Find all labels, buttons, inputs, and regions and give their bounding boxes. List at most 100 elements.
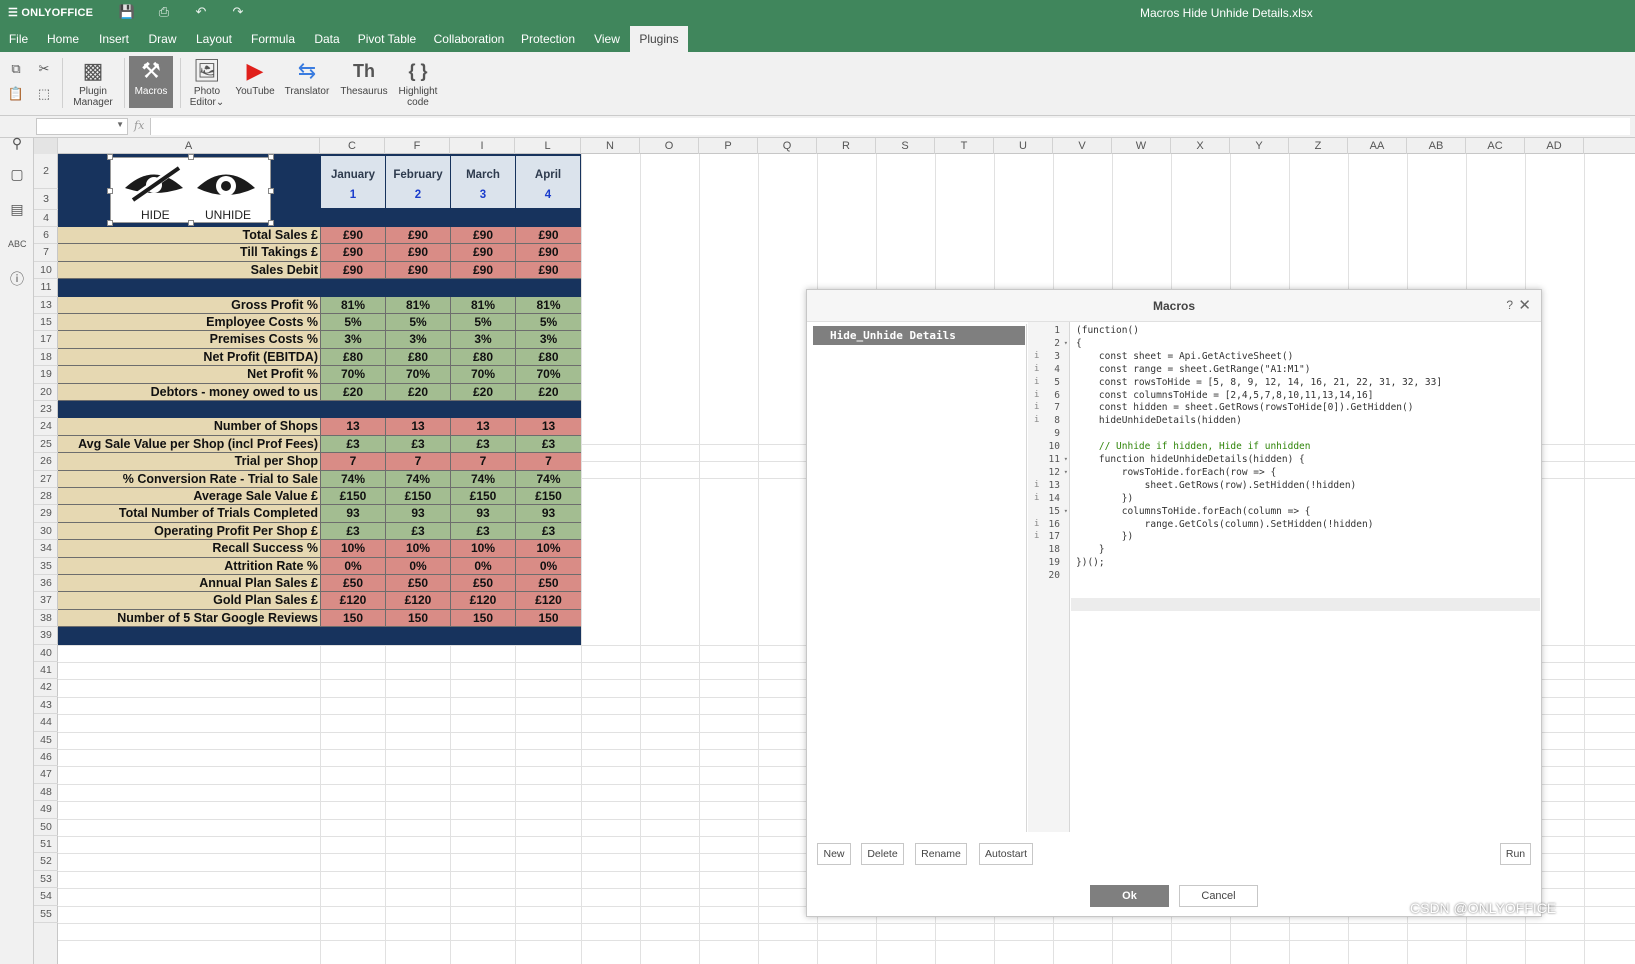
value-cell[interactable]: 10%	[515, 540, 581, 558]
undo-icon[interactable]: ↶	[192, 4, 210, 22]
row-label[interactable]: Net Profit %	[58, 366, 320, 384]
value-cell[interactable]: £50	[320, 575, 385, 593]
value-cell[interactable]: 0%	[515, 557, 581, 575]
value-cell[interactable]: £50	[515, 575, 581, 593]
column-header[interactable]: O	[640, 138, 699, 154]
value-cell[interactable]: £20	[320, 383, 385, 401]
thesaurus-button[interactable]: Th Thesaurus	[338, 56, 390, 97]
select-all-icon[interactable]: ⬚	[35, 85, 53, 103]
column-header[interactable]: C	[320, 138, 385, 154]
value-cell[interactable]: £3	[385, 435, 450, 454]
chat-icon[interactable]: ▤	[8, 200, 26, 218]
info-icon[interactable]: ⓘ	[8, 270, 26, 288]
value-cell[interactable]: £80	[515, 348, 581, 367]
value-cell[interactable]: £120	[450, 592, 515, 610]
row-header[interactable]: 50	[34, 819, 58, 836]
value-cell[interactable]: £50	[385, 575, 450, 593]
row-header[interactable]: 43	[34, 697, 58, 715]
fold-arrow-icon[interactable]: ▾	[1064, 505, 1068, 518]
row-header[interactable]: 42	[34, 679, 58, 697]
chevron-down-icon[interactable]: ▼	[116, 120, 124, 129]
value-cell[interactable]: 81%	[320, 296, 385, 314]
row-label[interactable]: Annual Plan Sales £	[58, 575, 320, 593]
value-cell[interactable]: £90	[385, 261, 450, 280]
delete-button[interactable]: Delete	[861, 843, 904, 865]
value-cell[interactable]: 0%	[450, 557, 515, 575]
value-cell[interactable]: £90	[385, 244, 450, 262]
value-cell[interactable]: £90	[450, 261, 515, 280]
fold-arrow-icon[interactable]: ▾	[1064, 466, 1068, 479]
cancel-button[interactable]: Cancel	[1179, 885, 1258, 907]
run-button[interactable]: Run	[1500, 843, 1531, 865]
tab-protection[interactable]: Protection	[516, 26, 580, 52]
new-button[interactable]: New	[817, 843, 851, 865]
code-line[interactable]: // Unhide if hidden, Hide if unhidden	[1076, 440, 1311, 453]
value-cell[interactable]: 74%	[450, 470, 515, 488]
row-label[interactable]: Till Takings £	[58, 244, 320, 262]
value-cell[interactable]: 0%	[320, 557, 385, 575]
fold-arrow-icon[interactable]: ▾	[1064, 337, 1068, 350]
row-header[interactable]: 48	[34, 784, 58, 802]
value-cell[interactable]: 13	[320, 418, 385, 436]
value-cell[interactable]: 3%	[515, 331, 581, 349]
column-header[interactable]: Y	[1230, 138, 1289, 154]
column-header[interactable]: AD	[1525, 138, 1584, 154]
row-header[interactable]: 30	[34, 523, 58, 541]
value-cell[interactable]: £90	[450, 244, 515, 262]
row-header[interactable]: 19	[34, 366, 58, 384]
macros-button[interactable]: ⚒ Macros	[129, 56, 173, 108]
tab-plugins[interactable]: Plugins	[630, 26, 688, 52]
row-header[interactable]: 2	[34, 154, 58, 189]
value-cell[interactable]: 13	[450, 418, 515, 436]
value-cell[interactable]: £90	[320, 227, 385, 245]
macro-list-item[interactable]: Hide_Unhide Details	[813, 326, 1025, 345]
code-line[interactable]: }	[1076, 543, 1105, 556]
rename-button[interactable]: Rename	[915, 843, 967, 865]
row-label[interactable]: Number of Shops	[58, 418, 320, 436]
row-header[interactable]: 27	[34, 471, 58, 488]
column-header[interactable]: I	[450, 138, 515, 154]
value-cell[interactable]: 13	[515, 418, 581, 436]
value-cell[interactable]: 5%	[320, 314, 385, 332]
value-cell[interactable]: £3	[515, 435, 581, 454]
row-header[interactable]: 24	[34, 418, 58, 436]
row-header[interactable]: 39	[34, 627, 58, 645]
value-cell[interactable]: £90	[515, 261, 581, 280]
row-header[interactable]: 23	[34, 401, 58, 419]
resize-handle[interactable]	[268, 220, 274, 226]
row-header[interactable]: 37	[34, 592, 58, 610]
row-label[interactable]: % Conversion Rate - Trial to Sale	[58, 470, 320, 488]
value-cell[interactable]: 150	[385, 609, 450, 628]
value-cell[interactable]: £90	[515, 244, 581, 262]
code-line[interactable]: {	[1076, 337, 1082, 350]
row-header[interactable]: 13	[34, 297, 58, 314]
row-header[interactable]: 34	[34, 540, 58, 558]
value-cell[interactable]: £150	[385, 488, 450, 506]
row-label[interactable]: Avg Sale Value per Shop (incl Prof Fees)	[58, 435, 320, 454]
value-cell[interactable]: £50	[450, 575, 515, 593]
value-cell[interactable]: £120	[320, 592, 385, 610]
row-label[interactable]: Total Number of Trials Completed	[58, 505, 320, 523]
row-label[interactable]: Employee Costs %	[58, 314, 320, 332]
code-line[interactable]: rowsToHide.forEach(row => {	[1076, 466, 1276, 479]
value-cell[interactable]: 5%	[385, 314, 450, 332]
code-line[interactable]: (function()	[1076, 324, 1139, 337]
copy-icon[interactable]: ⧉	[7, 60, 25, 78]
row-header[interactable]: 35	[34, 558, 58, 575]
code-line[interactable]: hideUnhideDetails(hidden)	[1076, 414, 1242, 427]
save-icon[interactable]: 💾	[118, 4, 136, 22]
paste-icon[interactable]: 📋	[7, 85, 25, 103]
tab-home[interactable]: Home	[41, 26, 85, 52]
value-cell[interactable]: £20	[515, 383, 581, 401]
value-cell[interactable]: 74%	[385, 470, 450, 488]
close-icon[interactable]: ✕	[1518, 296, 1531, 314]
row-label[interactable]: Premises Costs %	[58, 331, 320, 349]
row-label[interactable]: Number of 5 Star Google Reviews	[58, 609, 320, 628]
row-header[interactable]: 51	[34, 836, 58, 854]
column-header[interactable]: V	[1053, 138, 1112, 154]
code-line[interactable]: })	[1076, 530, 1133, 543]
column-header[interactable]: R	[817, 138, 876, 154]
photo-editor-button[interactable]: 🖼 Photo Editor⌄	[184, 56, 230, 108]
resize-handle[interactable]	[268, 188, 274, 194]
column-header[interactable]: A	[58, 138, 320, 154]
